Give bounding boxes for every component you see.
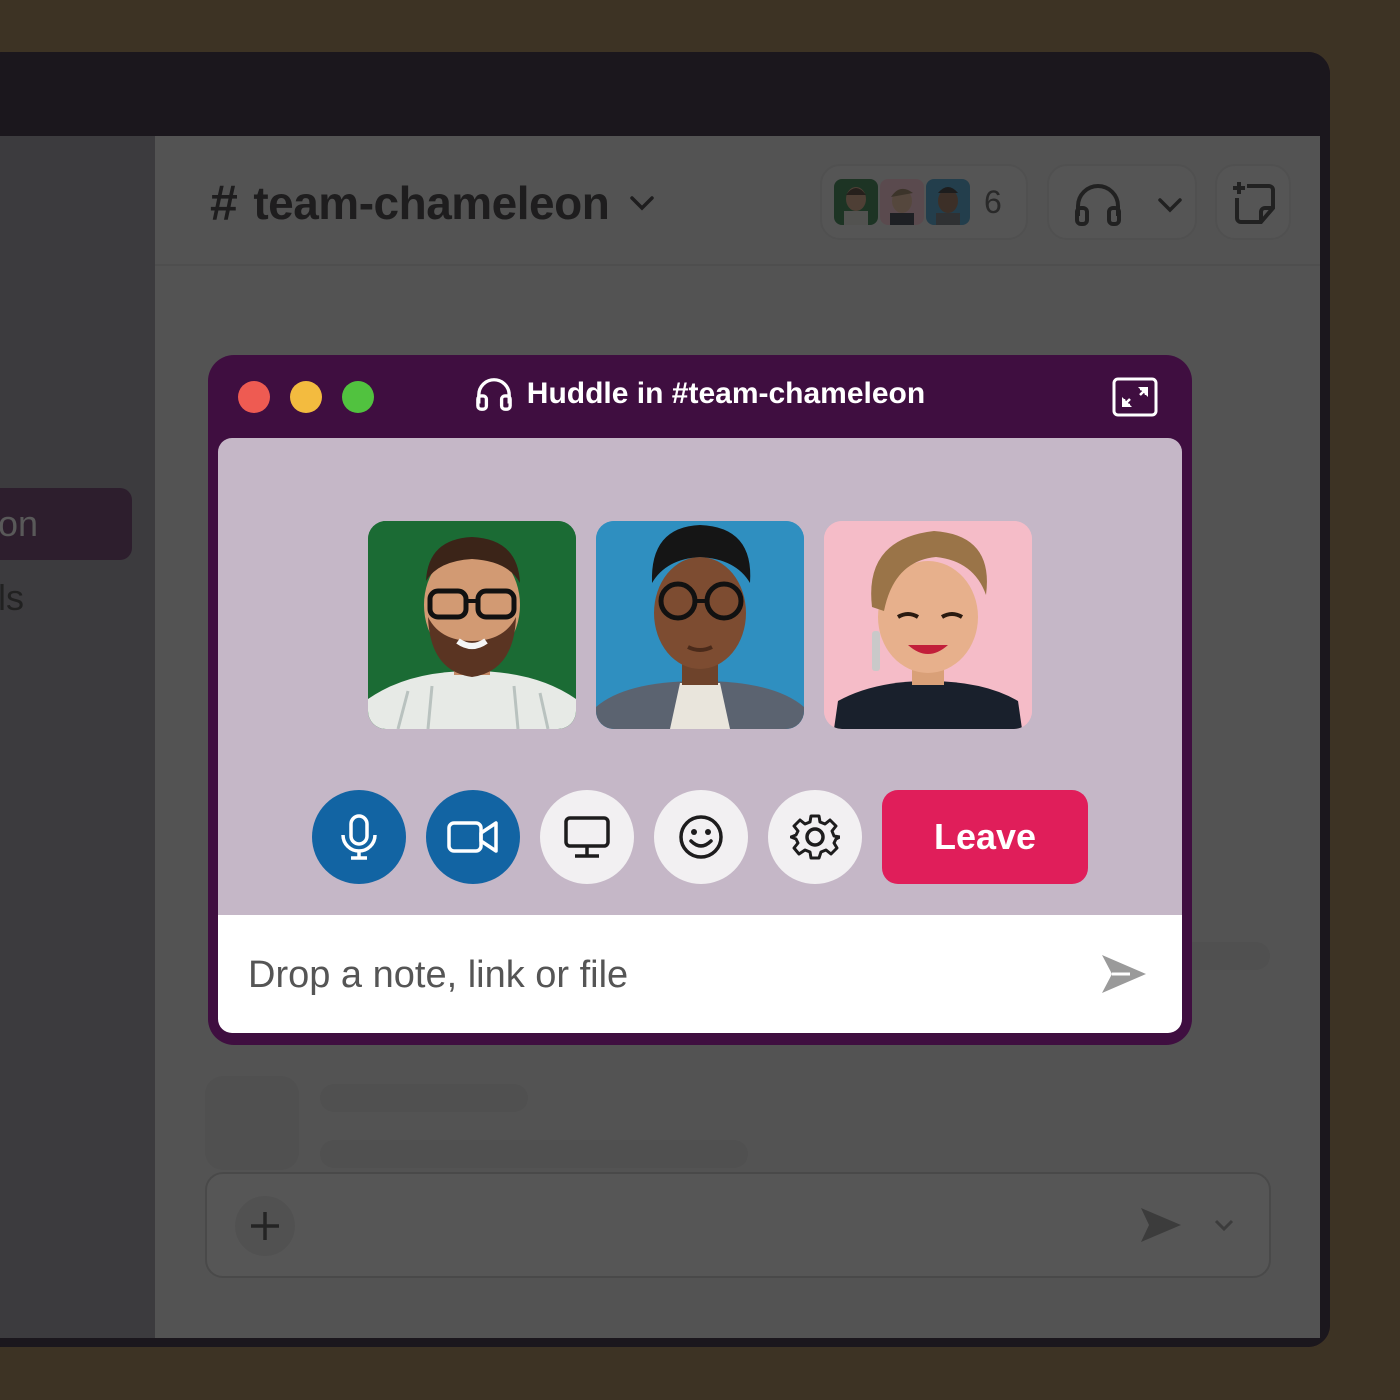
emoji-button[interactable] [654,790,748,884]
avatar [596,521,804,729]
participant-tile[interactable] [368,521,576,729]
emoji-icon [679,815,723,859]
expand-icon [1112,377,1158,417]
gear-icon [790,814,840,860]
huddle-title-text: Huddle in #team-chameleon [526,377,926,410]
screen-share-icon [564,816,610,858]
microphone-button[interactable] [312,790,406,884]
settings-button[interactable] [768,790,862,884]
huddle-window: Huddle in #team-chameleon Leave Drop a n… [208,355,1192,1045]
participant-tile[interactable] [824,521,1032,729]
huddle-title: Huddle in #team-chameleon [208,375,1192,413]
video-button[interactable] [426,790,520,884]
note-input[interactable] [248,943,1068,1007]
headphones-icon [475,378,512,411]
note-area [218,915,1182,1033]
send-icon[interactable] [1100,951,1148,997]
expand-button[interactable] [1112,377,1158,417]
leave-button[interactable]: Leave [882,790,1088,884]
avatar [824,521,1032,729]
screen-share-button[interactable] [540,790,634,884]
participant-tile[interactable] [596,521,804,729]
microphone-icon [341,814,377,860]
huddle-body: Leave [218,438,1182,915]
avatar [368,521,576,729]
video-camera-icon [447,821,498,853]
